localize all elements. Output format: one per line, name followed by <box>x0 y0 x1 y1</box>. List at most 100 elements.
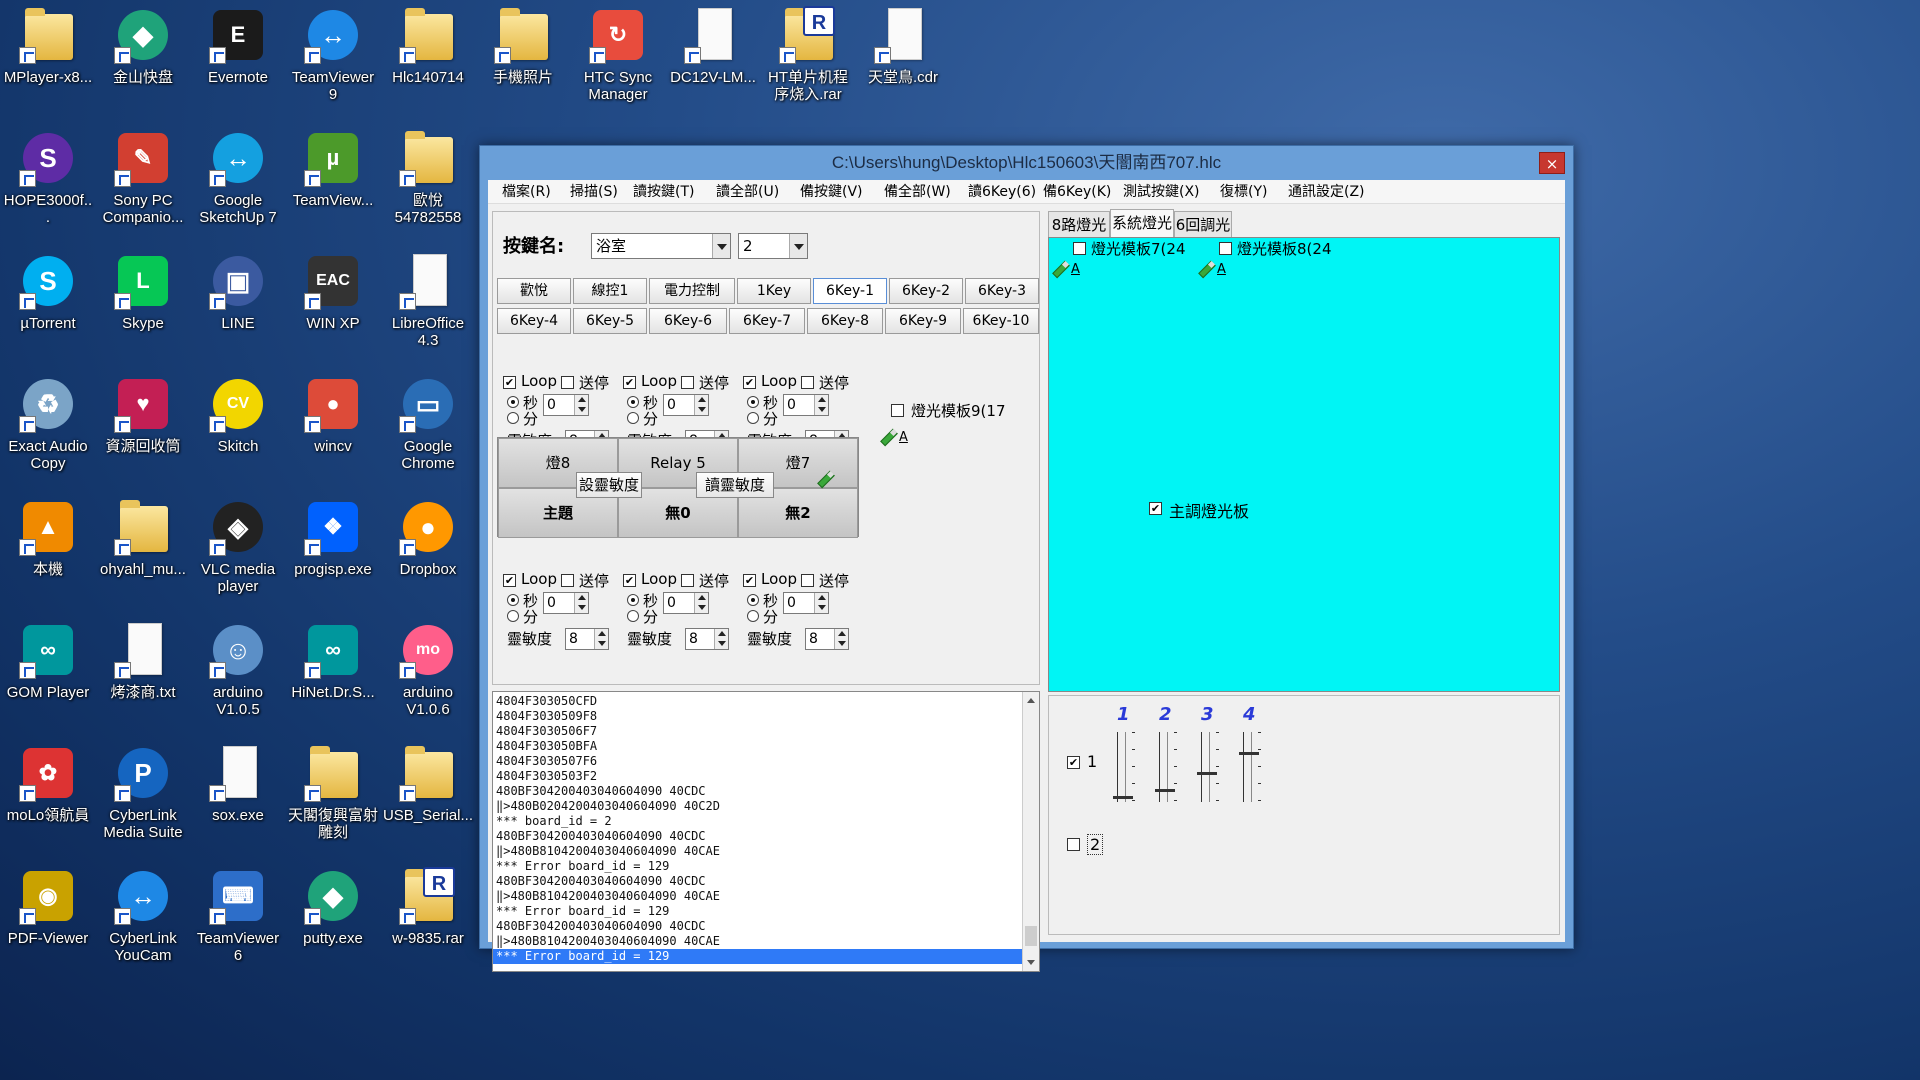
menu-item[interactable]: 備6Key(K) <box>1043 180 1111 204</box>
set-sensitivity-button[interactable]: 設靈敏度 <box>576 472 642 498</box>
tab-6-dimmer[interactable]: 6回調光 <box>1174 211 1232 237</box>
seconds-radio[interactable] <box>747 594 759 606</box>
key-button[interactable]: 1Key <box>737 278 811 304</box>
tab-system-light[interactable]: 系統燈光 <box>1110 209 1174 237</box>
desktop-icon[interactable]: MPlayer-x8... <box>1 0 95 116</box>
scroll-thumb[interactable] <box>1025 926 1037 946</box>
desktop-icon[interactable]: ⌨ TeamViewer 6 <box>191 861 285 977</box>
desktop-icon[interactable]: ↔ Google SketchUp 7 <box>191 123 285 239</box>
dimmer-slider[interactable] <box>1113 732 1135 802</box>
desktop-icon[interactable]: SµTorrent <box>1 246 95 362</box>
chevron-down-icon[interactable] <box>789 234 807 258</box>
desktop-icon[interactable]: mo arduino V1.0.6 <box>381 615 475 731</box>
time-spinner[interactable]: 0 <box>543 394 589 416</box>
slider-knob[interactable] <box>1155 789 1175 792</box>
key-button[interactable]: 6Key-7 <box>729 308 805 334</box>
desktop-icon[interactable]: E Evernote <box>191 0 285 116</box>
desktop-icon[interactable]: ∞ HiNet.Dr.S... <box>286 615 380 731</box>
key-button[interactable]: 6Key-3 <box>965 278 1039 304</box>
desktop-icon[interactable]: ● wincv <box>286 369 380 485</box>
sensitivity-spinner[interactable]: 8 <box>805 628 849 650</box>
minutes-radio[interactable] <box>747 412 759 424</box>
pencil-icon[interactable] <box>1197 260 1215 278</box>
send-stop-checkbox[interactable] <box>801 574 814 587</box>
desktop-icon[interactable]: ✎ Sony PC Companio... <box>96 123 190 239</box>
key-button[interactable]: 歡悅 <box>497 278 571 304</box>
slider-knob[interactable] <box>1239 752 1259 755</box>
key-name-combo[interactable]: 浴室 <box>591 233 731 259</box>
desktop-icon[interactable]: ☺ arduino V1.0.5 <box>191 615 285 731</box>
desktop-icon[interactable]: USB_Serial... <box>381 738 475 854</box>
spinner-arrows-icon[interactable] <box>694 593 708 613</box>
row-1-checkbox[interactable]: ✔ <box>1067 756 1080 769</box>
desktop-icon[interactable]: ▣ LINE <box>191 246 285 362</box>
menu-item[interactable]: 讀按鍵(T) <box>633 180 694 204</box>
pencil-icon[interactable] <box>1051 260 1069 278</box>
light-panel-8-checkbox[interactable] <box>1219 242 1232 255</box>
desktop-icon[interactable]: Hlc140714 <box>381 0 475 116</box>
scroll-up-icon[interactable] <box>1023 692 1039 709</box>
desktop-icon[interactable]: ◆ putty.exe <box>286 861 380 977</box>
time-spinner[interactable]: 0 <box>783 394 829 416</box>
close-button[interactable]: × <box>1539 152 1565 174</box>
desktop-icon[interactable]: ohyahl_mu... <box>96 492 190 608</box>
spinner-arrows-icon[interactable] <box>574 593 588 613</box>
chevron-down-icon[interactable] <box>712 234 730 258</box>
desktop-icon[interactable]: ↔ TeamViewer 9 <box>286 0 380 116</box>
minutes-radio[interactable] <box>507 610 519 622</box>
spinner-arrows-icon[interactable] <box>574 395 588 415</box>
desktop-icon[interactable]: DC12V-LM... <box>666 0 760 116</box>
loop-checkbox[interactable]: ✔ <box>623 376 636 389</box>
minutes-radio[interactable] <box>507 412 519 424</box>
key-button[interactable]: 6Key-9 <box>885 308 961 334</box>
time-spinner[interactable]: 0 <box>783 592 829 614</box>
spinner-arrows-icon[interactable] <box>814 395 828 415</box>
desktop-icon[interactable]: P CyberLink Media Suite <box>96 738 190 854</box>
desktop-icon[interactable]: LibreOffice 4.3 <box>381 246 475 362</box>
loop-checkbox[interactable]: ✔ <box>623 574 636 587</box>
key-button[interactable]: 6Key-1 <box>813 278 887 304</box>
pencil-icon[interactable] <box>879 428 897 446</box>
minutes-radio[interactable] <box>747 610 759 622</box>
key-button[interactable]: 線控1 <box>573 278 647 304</box>
seconds-radio[interactable] <box>507 594 519 606</box>
desktop-icon[interactable]: ▭ Google Chrome <box>381 369 475 485</box>
dimmer-slider[interactable] <box>1155 732 1177 802</box>
menu-item[interactable]: 備按鍵(V) <box>800 180 863 204</box>
desktop-icon[interactable]: ● Dropbox <box>381 492 475 608</box>
scroll-down-icon[interactable] <box>1023 954 1039 971</box>
desktop-icon[interactable]: ▲ 本機 <box>1 492 95 608</box>
seconds-radio[interactable] <box>747 396 759 408</box>
menu-item[interactable]: 讀全部(U) <box>716 180 779 204</box>
sensitivity-spinner[interactable]: 8 <box>565 628 609 650</box>
desktop-icon[interactable]: ♻ Exact Audio Copy <box>1 369 95 485</box>
desktop-icon[interactable]: ♥ 資源回收筒 <box>96 369 190 485</box>
send-stop-checkbox[interactable] <box>561 574 574 587</box>
seconds-radio[interactable] <box>627 396 639 408</box>
loop-checkbox[interactable]: ✔ <box>503 376 516 389</box>
desktop-icon[interactable]: 天閣復興富射雕刻 <box>286 738 380 854</box>
dimmer-slider[interactable] <box>1197 732 1219 802</box>
master-dimmer-checkbox[interactable]: ✔ <box>1149 502 1162 515</box>
desktop-icon[interactable]: ↻ HTC Sync Manager <box>571 0 665 116</box>
spinner-arrows-icon[interactable] <box>594 629 608 649</box>
desktop-icon[interactable]: µ TeamView... <box>286 123 380 239</box>
desktop-icon[interactable]: ❖ progisp.exe <box>286 492 380 608</box>
desktop-icon[interactable]: 天堂鳥.cdr <box>856 0 950 116</box>
light-panel-7-checkbox[interactable] <box>1073 242 1086 255</box>
desktop-icon[interactable]: ↔ CyberLink YouCam <box>96 861 190 977</box>
menu-item[interactable]: 通訊設定(Z) <box>1288 180 1365 204</box>
dimmer-slider[interactable] <box>1239 732 1261 802</box>
light-board-canvas[interactable]: 燈光模板7(24 A 燈光模板8(24 A ✔ 主調燈光板 <box>1048 237 1560 692</box>
desktop-icon[interactable]: ◉ PDF-Viewer <box>1 861 95 977</box>
key-button[interactable]: 6Key-8 <box>807 308 883 334</box>
spinner-arrows-icon[interactable] <box>694 395 708 415</box>
send-stop-checkbox[interactable] <box>561 376 574 389</box>
key-number-combo[interactable]: 2 <box>738 233 808 259</box>
desktop-icon[interactable]: L Skype <box>96 246 190 362</box>
menu-item[interactable]: 備全部(W) <box>884 180 951 204</box>
desktop-icon[interactable]: 手機照片 <box>476 0 570 116</box>
spinner-arrows-icon[interactable] <box>714 629 728 649</box>
pencil-icon[interactable] <box>816 470 834 488</box>
desktop-icon[interactable]: ◈ VLC media player <box>191 492 285 608</box>
